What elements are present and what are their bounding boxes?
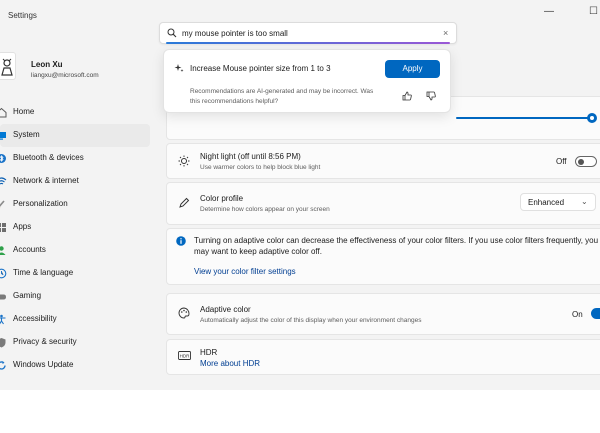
sidebar-item-label: Bluetooth & devices bbox=[13, 153, 84, 162]
settings-window: Settings — ☐ Leon Xu liangxu@microsoft.c… bbox=[0, 0, 600, 390]
info-text-line2: may want to keep adaptive color off. bbox=[194, 247, 322, 256]
sidebar-item-accounts[interactable]: Accounts bbox=[0, 239, 150, 262]
color-profile-selected: Enhanced bbox=[528, 198, 565, 207]
night-light-card[interactable]: Night light (off until 8:56 PM) Use warm… bbox=[166, 143, 600, 179]
sidebar-item-label: Privacy & security bbox=[13, 337, 77, 346]
sidebar-item-label: Windows Update bbox=[13, 360, 74, 369]
sidebar-item-gaming[interactable]: Gaming bbox=[0, 285, 150, 308]
pen-icon bbox=[179, 197, 190, 208]
clear-search-button[interactable]: × bbox=[443, 28, 448, 38]
recommendation-disclaimer-line1: Recommendations are AI-generated and may… bbox=[190, 88, 374, 95]
sidebar-item-label: Time & language bbox=[13, 268, 74, 277]
sidebar-item-system[interactable]: System bbox=[0, 124, 150, 147]
sidebar-item-label: Personalization bbox=[13, 199, 68, 208]
sidebar-item-network[interactable]: Network & internet bbox=[0, 170, 150, 193]
toggle-knob bbox=[578, 159, 584, 165]
sidebar-item-label: Accounts bbox=[13, 245, 46, 254]
sidebar-item-label: Home bbox=[13, 107, 35, 116]
sparkle-icon bbox=[174, 64, 184, 72]
globe-clock-icon bbox=[0, 268, 7, 279]
sidebar-item-windows-update[interactable]: Windows Update bbox=[0, 354, 150, 377]
minimize-button[interactable]: — bbox=[544, 6, 554, 17]
sidebar-item-time-language[interactable]: Time & language bbox=[0, 262, 150, 285]
sidebar-item-label: Apps bbox=[13, 222, 32, 231]
info-text-line1: Turning on adaptive color can decrease t… bbox=[194, 236, 599, 245]
apps-icon bbox=[0, 223, 6, 232]
apply-button[interactable]: Apply bbox=[385, 60, 440, 78]
adaptive-color-state: On bbox=[572, 310, 583, 319]
search-focus-underline bbox=[166, 42, 450, 44]
app-title: Settings bbox=[8, 11, 37, 20]
sidebar-item-accessibility[interactable]: Accessibility bbox=[0, 308, 150, 331]
more-about-hdr-link[interactable]: More about HDR bbox=[200, 359, 260, 368]
recommendation-disclaimer-line2: this recommendations helpful? bbox=[190, 98, 279, 105]
sidebar-item-label: Network & internet bbox=[13, 176, 79, 185]
sidebar-item-privacy[interactable]: Privacy & security bbox=[0, 331, 150, 354]
bluetooth-icon bbox=[0, 154, 6, 163]
user-name: Leon Xu bbox=[31, 60, 63, 69]
sidebar-item-label: System bbox=[13, 130, 40, 139]
avatar-picture-icon bbox=[1, 58, 13, 76]
user-email: liangxu@microsoft.com bbox=[31, 72, 99, 79]
sidebar-item-label: Gaming bbox=[13, 291, 42, 300]
night-light-description: Use warmer colors to help block blue lig… bbox=[200, 164, 321, 171]
chevron-down-icon: ⌄ bbox=[581, 197, 588, 206]
svg-text:HDR: HDR bbox=[180, 353, 190, 358]
info-icon bbox=[176, 236, 186, 246]
night-light-toggle[interactable] bbox=[575, 156, 597, 167]
brightness-slider-track[interactable] bbox=[456, 117, 592, 119]
controller-icon bbox=[0, 294, 6, 300]
person-icon bbox=[0, 246, 6, 255]
palette-icon bbox=[178, 307, 190, 319]
sidebar-nav: Home System Bluetooth & devices Network … bbox=[0, 101, 150, 377]
update-icon bbox=[0, 361, 6, 370]
search-input[interactable]: my mouse pointer is too small bbox=[182, 29, 288, 38]
color-profile-description: Determine how colors appear on your scre… bbox=[200, 206, 330, 213]
sidebar-item-personalization[interactable]: Personalization bbox=[0, 193, 150, 216]
adaptive-color-description: Automatically adjust the color of this d… bbox=[200, 317, 422, 324]
night-light-state: Off bbox=[556, 157, 567, 166]
sun-icon bbox=[178, 155, 190, 167]
recommendation-title: Increase Mouse pointer size from 1 to 3 bbox=[190, 64, 331, 73]
hdr-title: HDR bbox=[200, 348, 218, 357]
brush-icon bbox=[0, 200, 5, 209]
color-profile-title: Color profile bbox=[200, 194, 244, 203]
sidebar-item-bluetooth[interactable]: Bluetooth & devices bbox=[0, 147, 150, 170]
system-icon bbox=[0, 132, 6, 140]
accessibility-icon bbox=[0, 314, 6, 325]
adaptive-color-card[interactable]: Adaptive color Automatically adjust the … bbox=[166, 293, 600, 335]
sidebar-item-label: Accessibility bbox=[13, 314, 57, 323]
adaptive-color-title: Adaptive color bbox=[200, 305, 251, 314]
avatar bbox=[0, 52, 16, 80]
thumbs-up-icon[interactable] bbox=[402, 91, 412, 101]
adaptive-color-toggle[interactable] bbox=[591, 308, 600, 319]
color-profile-dropdown[interactable]: Enhanced ⌄ bbox=[520, 193, 596, 211]
sidebar-item-apps[interactable]: Apps bbox=[0, 216, 150, 239]
hdr-card: HDR HDR More about HDR bbox=[166, 339, 600, 375]
brightness-slider-thumb[interactable] bbox=[587, 113, 597, 123]
night-light-title: Night light (off until 8:56 PM) bbox=[200, 152, 301, 161]
thumbs-down-icon[interactable] bbox=[426, 91, 436, 101]
hdr-icon: HDR bbox=[178, 351, 191, 360]
sidebar-item-home[interactable]: Home bbox=[0, 101, 150, 124]
color-filter-settings-link[interactable]: View your color filter settings bbox=[194, 267, 296, 276]
home-icon bbox=[0, 107, 7, 118]
settings-search-box[interactable]: my mouse pointer is too small × bbox=[159, 22, 457, 44]
search-recommendation-flyout: Increase Mouse pointer size from 1 to 3 … bbox=[163, 49, 451, 113]
network-icon bbox=[0, 177, 7, 185]
search-icon bbox=[167, 28, 177, 38]
shield-icon bbox=[0, 338, 6, 348]
maximize-button[interactable]: ☐ bbox=[589, 6, 598, 17]
